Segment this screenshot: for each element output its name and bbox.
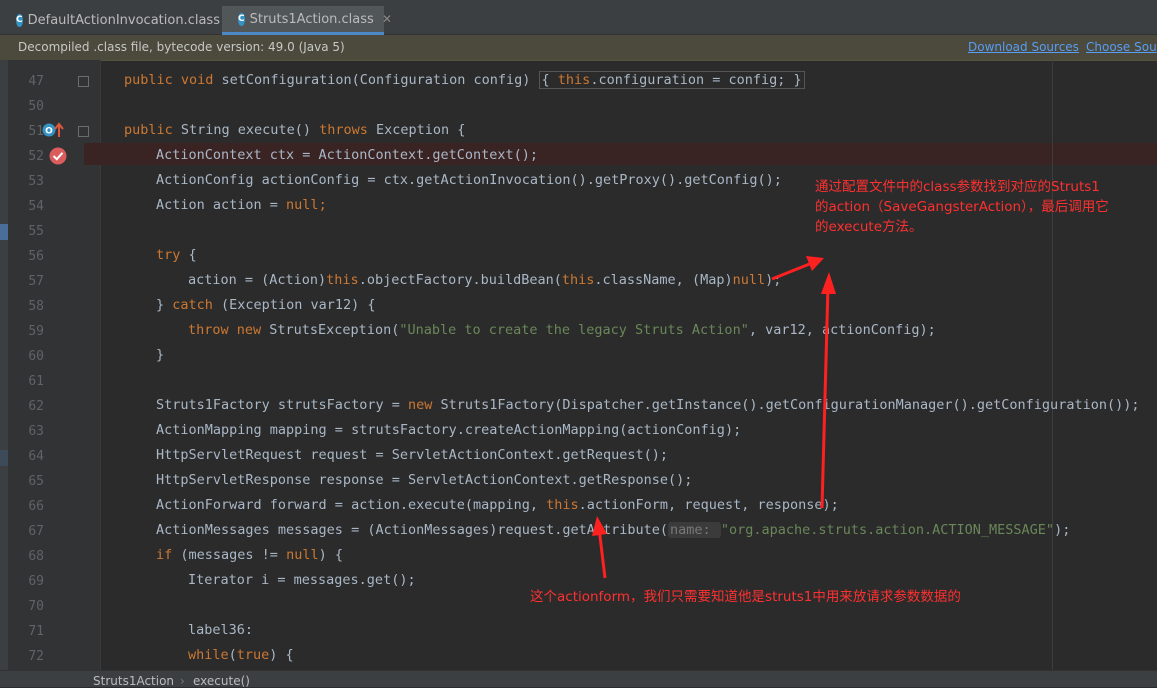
annotation-arrows <box>592 256 836 579</box>
breadcrumb-bar: Struts1Action › execute() <box>0 670 1157 688</box>
arrow-to-execute <box>820 272 836 509</box>
arrow-to-actionform <box>592 516 607 579</box>
arrow-to-buildbean <box>771 256 824 281</box>
